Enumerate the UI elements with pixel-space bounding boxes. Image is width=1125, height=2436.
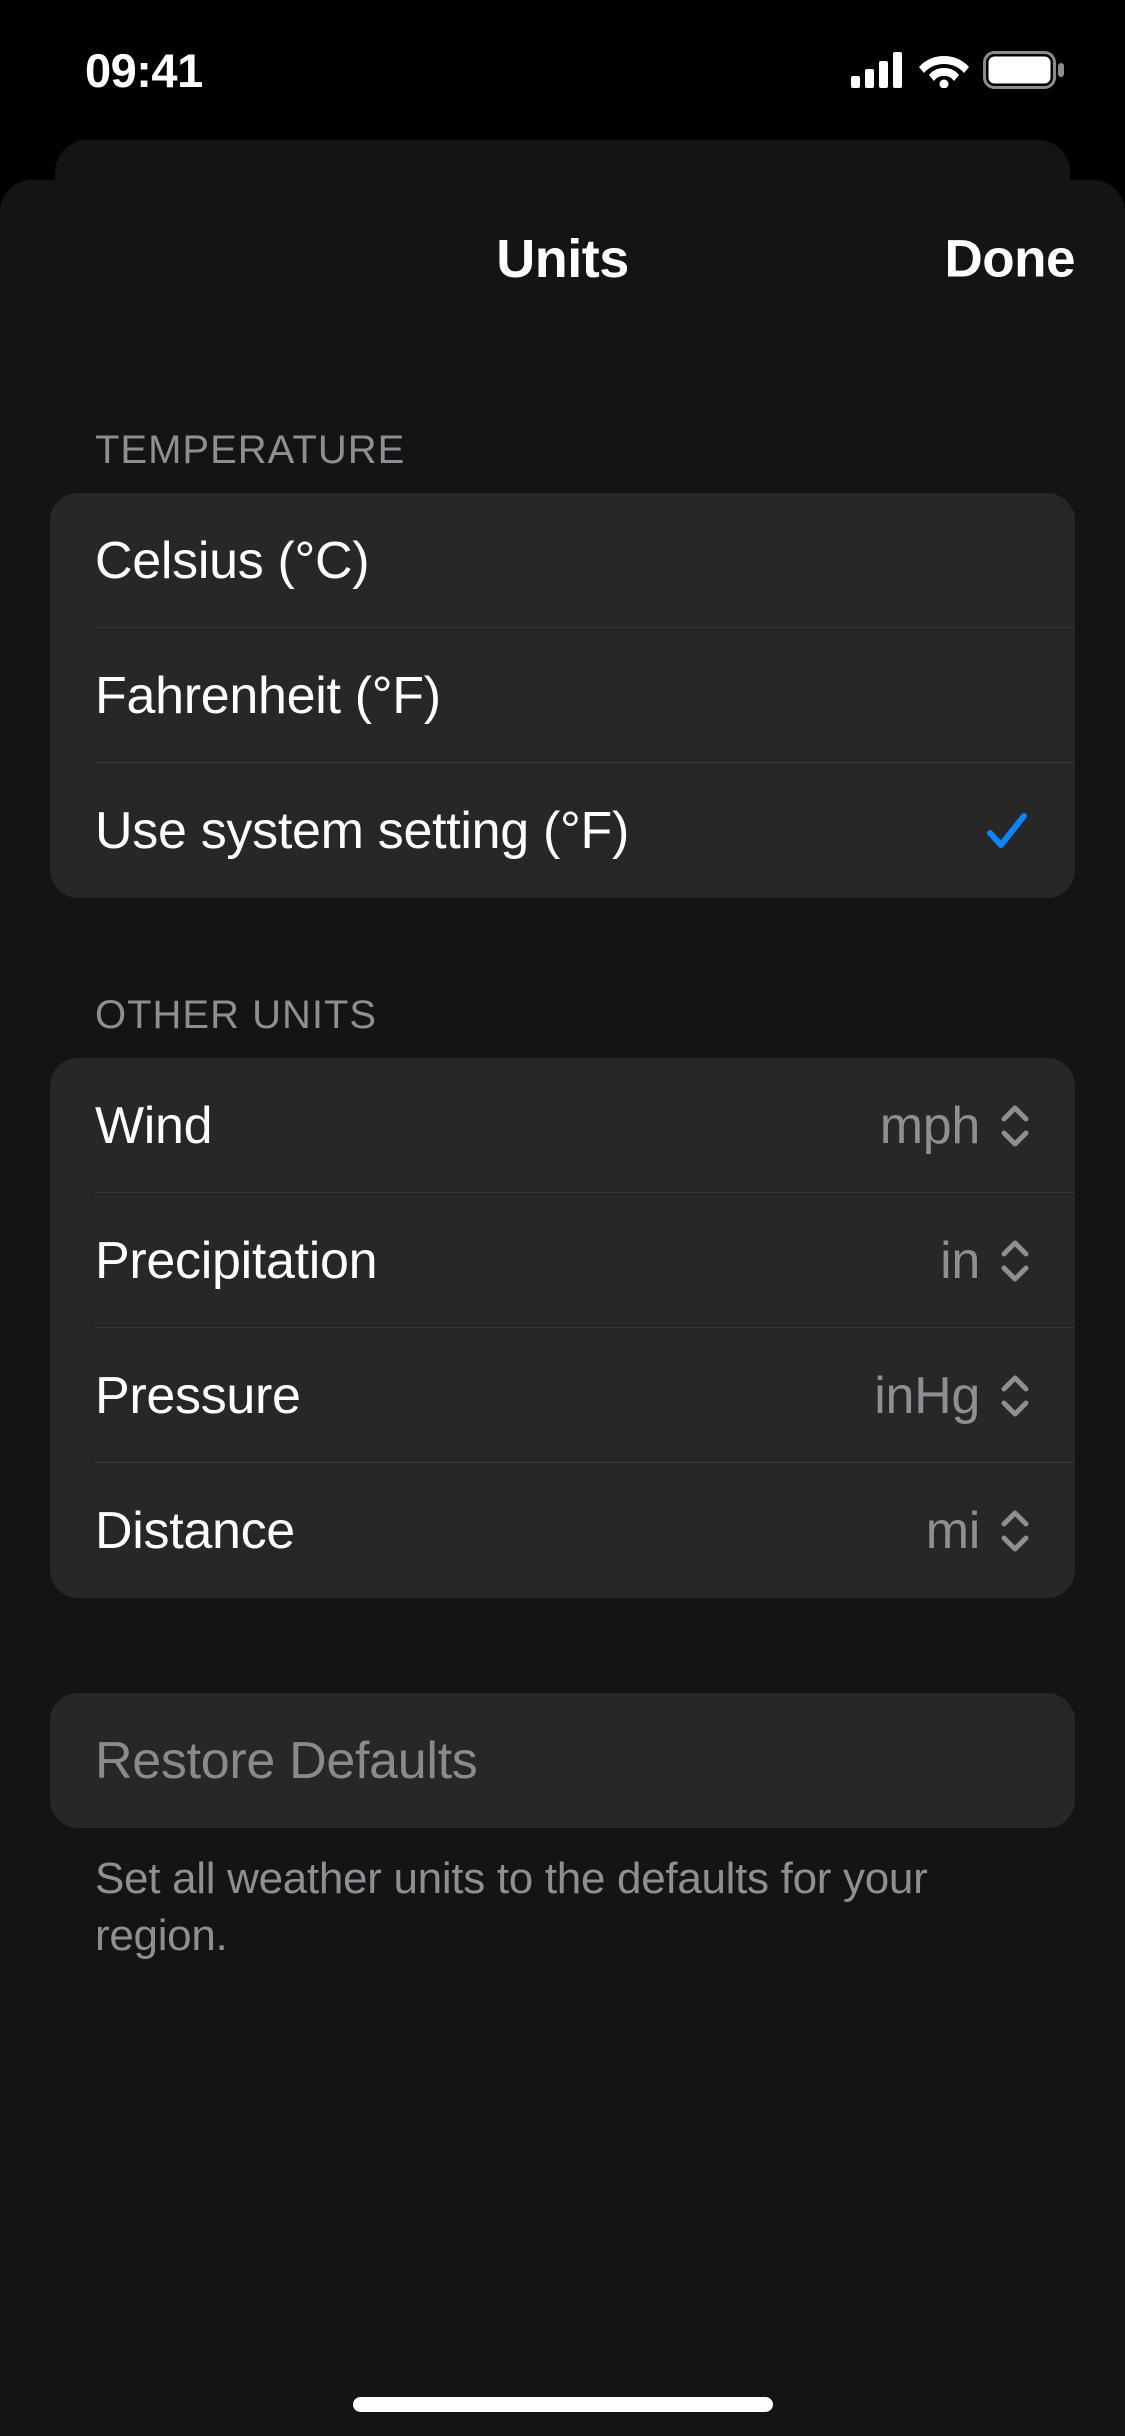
up-down-chevron-icon bbox=[1000, 1509, 1030, 1553]
distance-label: Distance bbox=[95, 1501, 295, 1561]
up-down-chevron-icon bbox=[1000, 1374, 1030, 1418]
other-units-group: Wind mph Precipitation in bbox=[50, 1058, 1075, 1598]
sheet-header: Units Done bbox=[0, 180, 1125, 338]
restore-defaults-button[interactable]: Restore Defaults bbox=[50, 1693, 1075, 1828]
pressure-row[interactable]: Pressure inHg bbox=[50, 1328, 1075, 1463]
precipitation-row[interactable]: Precipitation in bbox=[50, 1193, 1075, 1328]
temperature-row-label: Celsius (°C) bbox=[95, 531, 369, 591]
checkmark-icon bbox=[984, 808, 1030, 854]
distance-row[interactable]: Distance mi bbox=[50, 1463, 1075, 1598]
battery-icon bbox=[983, 51, 1065, 89]
restore-section: Restore Defaults Set all weather units t… bbox=[50, 1693, 1075, 1964]
restore-defaults-label: Restore Defaults bbox=[95, 1731, 477, 1791]
temperature-row-label: Fahrenheit (°F) bbox=[95, 666, 441, 726]
status-icons bbox=[851, 51, 1065, 89]
temperature-group: Celsius (°C) Fahrenheit (°F) Use system … bbox=[50, 493, 1075, 898]
temperature-section: TEMPERATURE Celsius (°C) Fahrenheit (°F)… bbox=[50, 428, 1075, 898]
status-time: 09:41 bbox=[85, 43, 203, 98]
temperature-row-label: Use system setting (°F) bbox=[95, 801, 629, 861]
status-bar: 09:41 bbox=[0, 0, 1125, 140]
restore-footer: Set all weather units to the defaults fo… bbox=[50, 1828, 1075, 1964]
temperature-row-celsius[interactable]: Celsius (°C) bbox=[50, 493, 1075, 628]
units-sheet: Units Done TEMPERATURE Celsius (°C) Fahr… bbox=[0, 180, 1125, 2436]
precipitation-label: Precipitation bbox=[95, 1231, 377, 1291]
restore-group: Restore Defaults bbox=[50, 1693, 1075, 1828]
wind-row[interactable]: Wind mph bbox=[50, 1058, 1075, 1193]
wifi-icon bbox=[919, 52, 969, 88]
other-units-section-header: OTHER UNITS bbox=[50, 993, 1075, 1058]
pressure-label: Pressure bbox=[95, 1366, 301, 1426]
wind-label: Wind bbox=[95, 1096, 212, 1156]
temperature-row-fahrenheit[interactable]: Fahrenheit (°F) bbox=[50, 628, 1075, 763]
distance-value: mi bbox=[926, 1501, 980, 1561]
home-indicator[interactable] bbox=[353, 2397, 773, 2412]
cellular-signal-icon bbox=[851, 52, 905, 88]
up-down-chevron-icon bbox=[1000, 1239, 1030, 1283]
temperature-section-header: TEMPERATURE bbox=[50, 428, 1075, 493]
done-button[interactable]: Done bbox=[945, 229, 1076, 290]
temperature-row-system[interactable]: Use system setting (°F) bbox=[50, 763, 1075, 898]
wind-value: mph bbox=[880, 1096, 980, 1156]
page-title: Units bbox=[496, 228, 629, 290]
precipitation-value: in bbox=[940, 1231, 980, 1291]
pressure-value: inHg bbox=[874, 1366, 980, 1426]
up-down-chevron-icon bbox=[1000, 1104, 1030, 1148]
other-units-section: OTHER UNITS Wind mph P bbox=[50, 993, 1075, 1598]
